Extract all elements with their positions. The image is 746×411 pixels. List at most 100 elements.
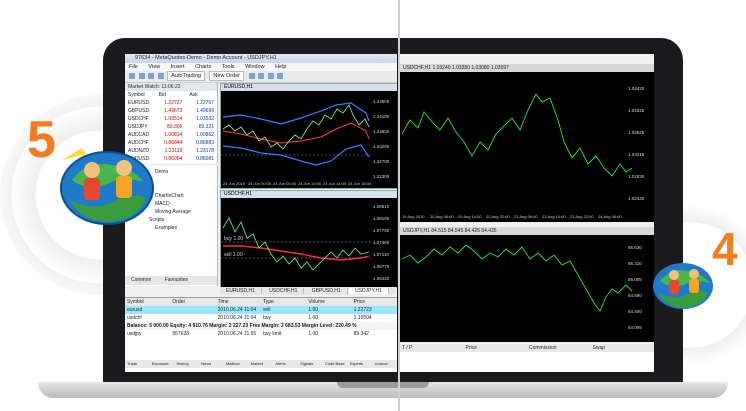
terminal-header: T / P Price Commission Swap: [400, 344, 654, 352]
new-order-button[interactable]: New Order: [209, 71, 245, 81]
moving-average: [222, 122, 370, 144]
tab-common[interactable]: Common: [125, 277, 157, 283]
menu-window[interactable]: Window: [245, 64, 265, 70]
chart-title: USDCHF,H1: [221, 191, 397, 198]
market-watch-icon[interactable]: [148, 72, 155, 79]
grid-icon[interactable]: [277, 72, 284, 79]
cell-symbol: AUDCAD: [128, 132, 150, 138]
navigator-icon[interactable]: [157, 72, 164, 79]
tab-mailbox[interactable]: Mailbox: [224, 360, 249, 368]
tab-news[interactable]: News: [199, 360, 224, 368]
balance-text: Balance: 5 000.00 Equity: 4 910.76 Margi…: [127, 323, 357, 329]
cell-bid: 1.49673: [164, 108, 183, 114]
market-watch-row[interactable]: USDCHF 1.03514 1.03532: [125, 115, 217, 123]
navigator-tabs: Common Favourites: [125, 276, 217, 285]
cell-order: [170, 306, 215, 314]
tab-signals[interactable]: Signals: [298, 360, 323, 368]
col-ask: Ask: [189, 92, 198, 98]
col-swap: Swap: [592, 345, 606, 351]
cell-symbol: USDJPY: [128, 124, 148, 130]
mt5-title: 97634 - MetaQuotes-Demo - Demo Account -…: [125, 54, 397, 63]
cell-volume: 1.00: [308, 331, 319, 337]
col-type: Type: [262, 299, 274, 305]
profiles-icon[interactable]: [138, 72, 145, 79]
sell-level-label: sell 1.00: [224, 252, 243, 258]
time-tick-label: 22 Aug 22:00: [486, 214, 510, 219]
tab-favourites[interactable]: Favourites: [159, 277, 194, 283]
tab-journal[interactable]: Journal: [372, 360, 397, 368]
eurusd-chart: 1.24500 1.24100 1.23600 1.23200 1.22700 1.223…: [221, 99, 390, 186]
menu-tools[interactable]: Tools: [222, 64, 235, 70]
price-line: [401, 93, 633, 177]
menu-help[interactable]: Help: [275, 64, 286, 70]
chart-title: EURUSD,H1: [221, 84, 397, 91]
axis-tick-label: 1.03625: [628, 130, 645, 135]
tab-usdjpy[interactable]: USDJPY,H1: [349, 288, 389, 294]
toolbox-terminal: Symbol Order Time Type Volume Price euru…: [125, 297, 397, 372]
tab-trade[interactable]: Trade: [125, 360, 150, 368]
cell-ask: 89.321: [198, 124, 215, 130]
new-chart-icon[interactable]: [129, 72, 135, 79]
tab-alerts[interactable]: Alerts: [273, 360, 298, 368]
autotrading-button[interactable]: AutoTrading: [167, 71, 205, 81]
chart-window-eurusd[interactable]: EURUSD,H1 1.24500 1.24100 1.23600 1.23200 1.…: [220, 83, 397, 189]
axis-tick-label: 1.08100: [373, 216, 390, 221]
market-watch-row[interactable]: GBPUSD 1.49673 1.49699: [125, 107, 217, 115]
time-tick-label: 24 Jun 06:00: [273, 181, 297, 186]
tab-usdchf[interactable]: USDCHF,H1: [263, 288, 305, 294]
cell-volume: 1.00: [308, 315, 319, 321]
tab-history[interactable]: History: [174, 360, 199, 368]
chart-window-usdchf-mt4[interactable]: USDCHF,H1 1.03240 1.03280 1.03080 1.0309…: [400, 64, 654, 222]
cell-type: buy limit: [262, 331, 282, 337]
cell-volume: 1.00: [308, 307, 319, 313]
tab-market[interactable]: Market: [249, 360, 274, 368]
cell-ask: 1.03532: [195, 116, 215, 122]
table-row[interactable]: usdchf 2010.06.24 11:04 buy 1.00 1.10504: [125, 314, 397, 322]
col-volume: Volume: [308, 299, 325, 305]
axis-tick-label: 1.22300: [373, 174, 390, 179]
mt4-terminal: T / P Price Commission Swap: [400, 344, 654, 372]
usdchf-mt4-chart: 1.04420 1.04025 1.03625 1.03215 1.02830 1.024…: [401, 86, 645, 219]
time-tick-label: 24 Jun 14:00: [323, 181, 347, 186]
zoom-in-icon[interactable]: [258, 72, 265, 79]
cell-symbol: eurusd: [127, 307, 143, 313]
table-row[interactable]: usdjpy 957628 2010.06.24 11.65 buy limit…: [125, 330, 397, 338]
tab-experts[interactable]: Experts: [348, 360, 373, 368]
menu-insert[interactable]: Insert: [171, 64, 185, 70]
menu-view[interactable]: View: [148, 64, 160, 70]
table-row[interactable]: eurusd 2010.06.24 11:04 sell 1.00 1.2272…: [125, 306, 397, 314]
metatrader4-logo-icon: [653, 263, 713, 309]
market-watch-header: Symbol Bid Ask: [125, 91, 217, 99]
cell-symbol: EURUSD: [128, 100, 150, 106]
axis-tick-label: 1.07110: [373, 252, 389, 257]
version-divider: [398, 0, 400, 411]
chart-window-usdchf[interactable]: USDCHF,H1 1.08510 1.08100 1.07790 1.07460 1.…: [220, 190, 397, 288]
cell-type: sell: [262, 307, 271, 313]
tab-gbpusd[interactable]: GBPUSD,H1: [305, 288, 348, 294]
cell-ask: 1.00862: [195, 132, 215, 138]
tab-eurusd[interactable]: EURUSD,H1: [220, 288, 262, 294]
axis-tick-label: 1.02430: [628, 196, 645, 201]
axis-tick-label: 85.005: [628, 277, 642, 282]
time-tick-label: 20 Aug 14:00: [458, 214, 482, 219]
menu-charts[interactable]: Charts: [195, 64, 211, 70]
metatrader5-logo-icon: [60, 148, 154, 225]
chart-window-usdjpy-mt4[interactable]: USDJPY,H1 84.515 84.545 84.425 84.435 85…: [400, 227, 654, 342]
tab-exposure[interactable]: Exposure: [150, 360, 175, 368]
time-tick-label: 24 Jun 00:00: [248, 181, 272, 186]
menu-file[interactable]: File: [129, 64, 138, 70]
crosshair-icon[interactable]: [248, 72, 255, 79]
zoom-out-icon[interactable]: [267, 72, 274, 79]
cell-symbol: USDCHF: [128, 116, 149, 122]
col-price: Price: [465, 345, 477, 351]
laptop-notch: [337, 382, 429, 388]
chart-tabs: EURUSD,H1 USDCHF,H1 GBPUSD,H1 USDJPY,H1: [220, 287, 396, 295]
tab-code-base[interactable]: Code Base: [323, 360, 348, 368]
axis-tick-label: 84.095: [628, 325, 642, 330]
market-watch-row[interactable]: EURUSD 1.22727 1.22767: [125, 99, 217, 107]
time-tick-label: 24 Jun 18:00: [348, 181, 372, 186]
axis-tick-label: 1.02830: [628, 174, 645, 179]
market-watch-row[interactable]: AUDCAD 1.00814 1.00862: [125, 131, 217, 139]
market-watch-row[interactable]: USDJPY 89.306 89.321: [125, 123, 217, 131]
cell-bid: 1.22727: [164, 100, 183, 106]
